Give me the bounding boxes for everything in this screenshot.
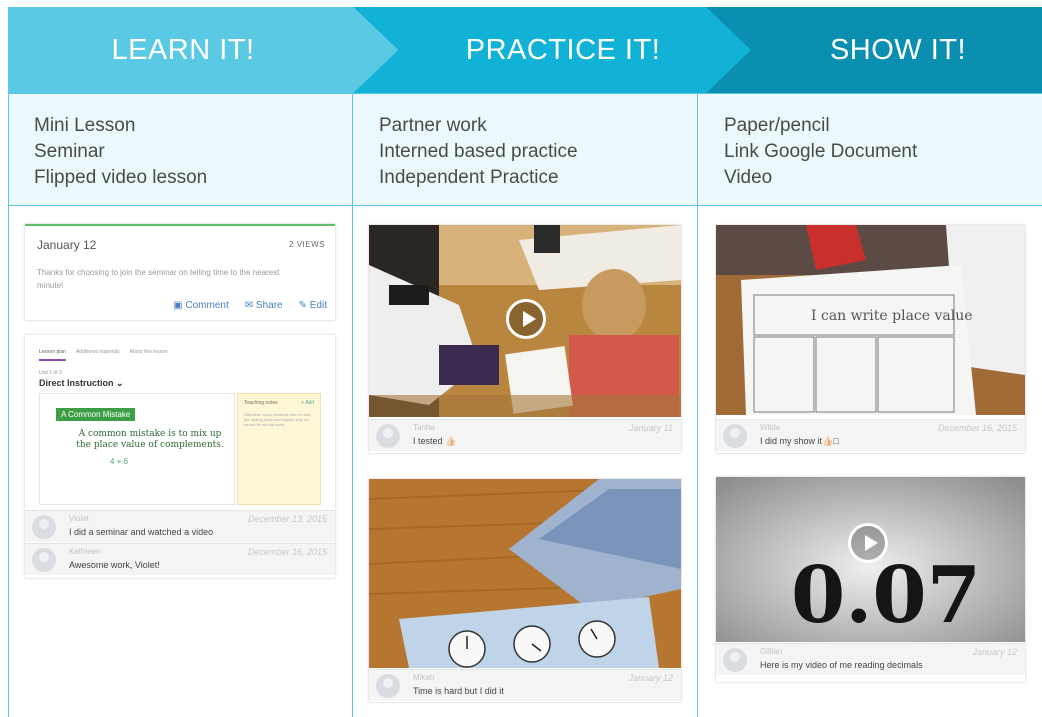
- commenter-name: Gillian: [760, 647, 783, 656]
- partner-work-video-card[interactable]: Tanha I tested 👍🏻 January 11: [369, 225, 681, 453]
- practice-item: Independent Practice: [379, 167, 559, 188]
- lesson-tabs: Lesson plan Additional materials About t…: [39, 349, 168, 361]
- comment-row: Gillian Here is my video of me reading d…: [716, 643, 1025, 675]
- direct-instruction-heading[interactable]: Direct Instruction ⌄: [39, 378, 124, 389]
- edit-label: Edit: [309, 300, 327, 311]
- comment-text: Awesome work, Violet!: [69, 560, 160, 570]
- share-icon: ✉: [244, 300, 256, 311]
- comment-row: Mikah Time is hard but I did it January …: [369, 669, 681, 701]
- grid-line: [8, 93, 9, 717]
- commenter-name: Kathleen: [69, 547, 101, 556]
- comment-text: Here is my video of me reading decimals: [760, 660, 923, 670]
- avatar-icon: [376, 424, 400, 448]
- share-button[interactable]: ✉ Share: [245, 300, 283, 311]
- comment-date: December 16, 2015: [937, 423, 1017, 433]
- teaching-notes-title: Teaching notes: [244, 400, 278, 406]
- lesson-panel: A Common Mistake A common mistake is to …: [39, 393, 235, 505]
- comment-row: Tanha I tested 👍🏻 January 11: [369, 419, 681, 451]
- comment-date: December 13, 2015: [247, 514, 327, 524]
- avatar-icon: [376, 674, 400, 698]
- learn-item: Flipped video lesson: [34, 167, 208, 188]
- post-date: January 12: [37, 238, 97, 252]
- avatar-icon: [32, 548, 56, 572]
- comment-label: Comment: [185, 300, 229, 311]
- practice-item: Partner work: [379, 115, 487, 136]
- practice-item: Interned based practice: [379, 141, 578, 162]
- math-example: 4 + 6: [110, 457, 129, 466]
- common-mistake-label: A Common Mistake: [56, 408, 136, 421]
- show-item: Link Google Document: [724, 141, 918, 162]
- comment-date: January 11: [629, 423, 673, 433]
- comment-text: I tested 👍🏻: [413, 436, 457, 446]
- play-icon[interactable]: [506, 299, 546, 339]
- header-banner: LEARN IT! PRACTICE IT! SHOW IT!: [8, 7, 1042, 93]
- svg-text:I can write place value: I can write place value: [811, 308, 973, 324]
- common-mistake-text: A common mistake is to mix up the place …: [76, 429, 224, 450]
- grid-line: [697, 93, 698, 717]
- commenter-name: Mikah: [413, 673, 435, 682]
- tab-lesson-plan[interactable]: Lesson plan: [39, 349, 66, 361]
- comment-button[interactable]: ▣ Comment: [173, 300, 229, 311]
- comment-date: December 16, 2015: [247, 547, 327, 557]
- tab-additional-materials[interactable]: Additional materials: [76, 349, 120, 361]
- comment-date: January 12: [628, 673, 673, 683]
- practice-it-title: PRACTICE IT!: [465, 33, 661, 66]
- learn-it-title: LEARN IT!: [111, 33, 255, 66]
- show-it-description: Paper/pencil Link Google Document Video: [698, 93, 1042, 205]
- teaching-notes-body: Objective: show students how to read the…: [244, 412, 311, 427]
- practice-it-description: Partner work Interned based practice Ind…: [353, 93, 697, 205]
- clock-worksheet-photo: [369, 479, 681, 668]
- avatar-icon: [32, 515, 56, 539]
- seminar-post-card[interactable]: January 12 2 VIEWS Thanks for choosing t…: [25, 224, 335, 320]
- decimals-video-card[interactable]: 0.07 Gillian Here is my video of me read…: [716, 477, 1025, 682]
- commenter-name: Violet: [69, 514, 89, 523]
- edit-button[interactable]: ✎ Edit: [299, 300, 327, 311]
- grid-line: [8, 93, 1042, 94]
- grid-line: [8, 205, 1042, 206]
- learn-item: Seminar: [34, 141, 105, 162]
- decimal-number: 0.07: [791, 550, 981, 641]
- edit-icon: ✎: [298, 300, 310, 311]
- play-icon[interactable]: [848, 523, 888, 563]
- independent-practice-card[interactable]: Mikah Time is hard but I did it January …: [369, 479, 681, 702]
- comment-row: Wilda I did my show it👍🏻□ December 16, 2…: [716, 419, 1025, 451]
- teaching-notes-add[interactable]: + Add: [301, 400, 314, 406]
- comment-text: Time is hard but I did it: [413, 686, 504, 696]
- comment-icon: ▣: [173, 300, 186, 311]
- teaching-notes: Teaching notes + Add Objective: show stu…: [237, 393, 321, 505]
- worksheet-photo: I can write place value: [716, 225, 1025, 415]
- comment-row: Violet I did a seminar and watched a vid…: [25, 510, 335, 542]
- comment-row: Kathleen Awesome work, Violet! December …: [25, 543, 335, 575]
- show-item: Paper/pencil: [724, 115, 830, 136]
- grid-line: [352, 93, 353, 717]
- post-actions: ▣ Comment ✉ Share ✎ Edit: [173, 300, 327, 311]
- lesson-plan-card[interactable]: Lesson plan Additional materials About t…: [25, 335, 335, 578]
- unit-label: Unit 1 of 3: [39, 370, 62, 376]
- show-item: Video: [724, 167, 773, 188]
- learn-it-header: LEARN IT!: [8, 7, 398, 93]
- avatar-icon: [723, 648, 747, 672]
- paper-pencil-card[interactable]: I can write place value Wilda I did my s…: [716, 225, 1025, 453]
- learn-it-description: Mini Lesson Seminar Flipped video lesson: [8, 93, 352, 205]
- learn-item: Mini Lesson: [34, 115, 136, 136]
- tab-about-lesson[interactable]: About this lesson: [130, 349, 168, 361]
- avatar-icon: [723, 424, 747, 448]
- share-label: Share: [255, 300, 283, 311]
- comment-date: January 12: [972, 647, 1017, 657]
- view-count: 2 VIEWS: [289, 240, 325, 249]
- commenter-name: Tanha: [413, 423, 435, 432]
- comment-text: I did my show it👍🏻□: [760, 436, 839, 446]
- practice-it-header: PRACTICE IT!: [353, 7, 751, 93]
- comment-text: I did a seminar and watched a video: [69, 527, 214, 537]
- commenter-name: Wilda: [760, 423, 781, 432]
- post-body: Thanks for choosing to join the seminar …: [37, 268, 280, 290]
- show-it-title: SHOW IT!: [829, 33, 967, 66]
